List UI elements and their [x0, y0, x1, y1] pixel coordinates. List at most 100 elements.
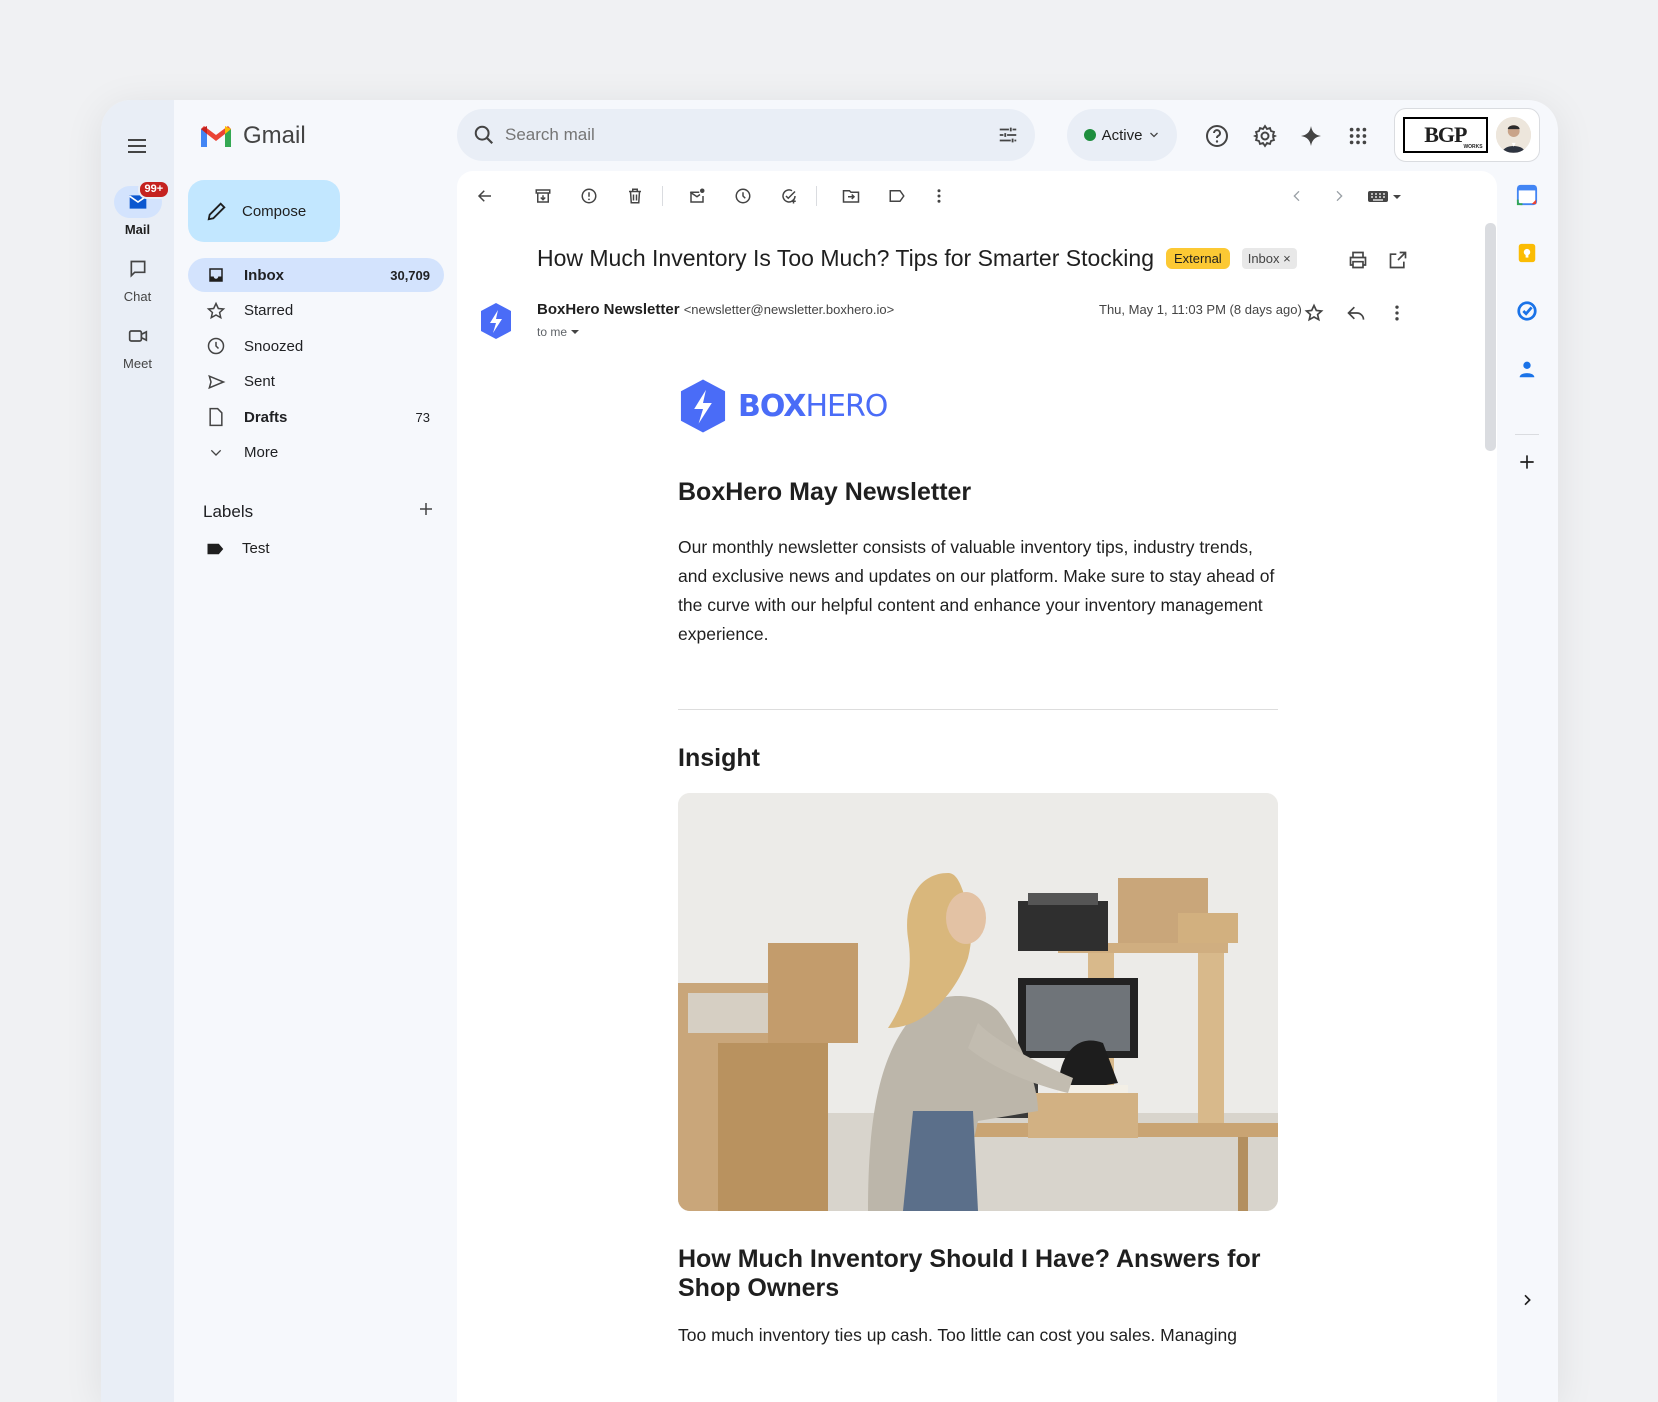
email-panel: How Much Inventory Is Too Much? Tips for… [457, 171, 1497, 1402]
nav-snoozed[interactable]: Snoozed [188, 329, 444, 363]
back-arrow-icon[interactable] [474, 185, 496, 207]
mark-unread-icon[interactable] [686, 185, 708, 207]
send-icon [206, 372, 226, 392]
article-image[interactable] [678, 793, 1278, 1211]
label-tag-icon [207, 543, 224, 554]
report-spam-icon[interactable] [578, 185, 600, 207]
divider [678, 709, 1278, 710]
sender-name[interactable]: BoxHero Newsletter [537, 301, 680, 318]
add-addon-icon[interactable] [1515, 450, 1539, 474]
help-icon[interactable] [1204, 123, 1230, 149]
nav-drafts[interactable]: Drafts 73 [188, 400, 444, 434]
scrollbar[interactable] [1485, 223, 1496, 451]
nav-drafts-count: 73 [415, 409, 430, 425]
unread-badge: 99+ [137, 180, 171, 199]
sender-email: <newsletter@newsletter.boxhero.io> [683, 302, 895, 317]
search-bar[interactable] [457, 109, 1035, 161]
move-to-folder-icon[interactable] [840, 185, 862, 207]
boxhero-logo[interactable]: BOXHERO [678, 376, 1278, 436]
contacts-icon[interactable] [1515, 357, 1539, 381]
app-rail: 99+ Mail Chat Meet [101, 100, 174, 1402]
search-input[interactable] [505, 125, 997, 145]
status-label: Active [1101, 126, 1143, 144]
video-icon [128, 330, 147, 342]
calendar-icon[interactable] [1515, 183, 1539, 207]
search-icon[interactable] [473, 124, 495, 146]
side-panel [1497, 100, 1558, 1402]
clock-icon [206, 336, 226, 356]
label-test[interactable]: Test [206, 540, 270, 557]
nav-starred[interactable]: Starred [188, 294, 444, 328]
reply-icon[interactable] [1345, 302, 1367, 324]
labels-title: Labels [203, 501, 254, 521]
print-icon[interactable] [1347, 249, 1369, 271]
nav-sent[interactable]: Sent [188, 365, 444, 399]
nav-more[interactable]: More [188, 436, 444, 470]
add-task-icon[interactable] [778, 185, 800, 207]
main-menu-icon[interactable] [125, 134, 149, 158]
rail-chat[interactable]: Chat [101, 253, 174, 304]
keep-icon[interactable] [1515, 241, 1539, 265]
boxhero-logo-light: HERO [805, 388, 888, 424]
gemini-sparkle-icon[interactable] [1298, 123, 1324, 149]
sender-line: BoxHero Newsletter <newsletter@newslette… [537, 301, 894, 318]
rail-mail-label: Mail [124, 222, 151, 237]
nav-inbox-count: 30,709 [390, 267, 430, 283]
chevron-right-icon[interactable] [1328, 185, 1350, 207]
archive-icon[interactable] [532, 185, 554, 207]
section-heading: Insight [678, 744, 760, 772]
more-vert-icon[interactable] [1386, 302, 1408, 324]
article-text: Too much inventory ties up cash. Too lit… [678, 1325, 1238, 1345]
org-logo: BGP WORKS [1403, 117, 1488, 153]
org-logo-small: WORKS [1463, 144, 1483, 150]
trash-icon[interactable] [624, 185, 646, 207]
pencil-icon [207, 202, 226, 221]
article-title[interactable]: How Much Inventory Should I Have? Answer… [678, 1245, 1278, 1303]
nav-inbox[interactable]: Inbox 30,709 [188, 258, 444, 292]
boxhero-logo-text: BOXHERO [738, 388, 888, 424]
nav-sent-label: Sent [244, 373, 275, 390]
labels-header: Labels [203, 500, 435, 523]
recipient-label: to me [537, 325, 568, 339]
chevron-left-icon[interactable] [1286, 185, 1308, 207]
label-icon[interactable] [886, 185, 908, 207]
inbox-icon [206, 265, 226, 285]
compose-button[interactable]: Compose [188, 180, 340, 242]
compose-label: Compose [242, 202, 307, 220]
toolbar-divider [662, 186, 663, 206]
nav-snoozed-label: Snoozed [244, 337, 304, 355]
remove-label-icon[interactable]: × [1283, 251, 1291, 266]
tasks-icon[interactable] [1515, 299, 1539, 323]
boxhero-logo-icon [680, 379, 726, 433]
email-body: BOXHERO BoxHero May Newsletter Our month… [678, 376, 1278, 1350]
status-dot [1083, 129, 1096, 141]
sender-avatar[interactable] [479, 302, 513, 345]
more-vert-icon[interactable] [928, 185, 950, 207]
search-options-icon[interactable] [997, 124, 1019, 146]
draft-icon [206, 407, 226, 427]
keyboard-icon[interactable] [1366, 185, 1406, 207]
star-icon[interactable] [1303, 302, 1325, 324]
chevron-down-icon [206, 443, 226, 463]
gmail-logo[interactable]: Gmail [199, 122, 306, 150]
email-toolbar [457, 171, 1497, 221]
recipient-toggle[interactable]: to me [537, 325, 580, 339]
snooze-clock-icon[interactable] [732, 185, 754, 207]
rail-meet[interactable]: Meet [101, 320, 174, 371]
status-button[interactable]: Active [1067, 109, 1177, 161]
nav-drafts-label: Drafts [244, 408, 288, 426]
gmail-logo-text: Gmail [243, 122, 306, 149]
email-subject-row: How Much Inventory Is Too Much? Tips for… [537, 245, 1297, 272]
chat-icon [130, 260, 145, 278]
add-label-icon[interactable] [417, 500, 435, 523]
nav-more-label: More [244, 444, 279, 461]
inbox-chip-label: Inbox [1247, 251, 1280, 266]
open-new-window-icon[interactable] [1387, 249, 1409, 271]
expand-panel-icon[interactable] [1515, 1288, 1539, 1312]
apps-grid-icon[interactable] [1345, 123, 1371, 149]
nav-starred-label: Starred [244, 302, 294, 319]
toolbar-divider [816, 186, 817, 206]
rail-mail[interactable]: 99+ Mail [101, 180, 174, 237]
nav-inbox-label: Inbox [244, 266, 284, 284]
gear-icon[interactable] [1252, 123, 1278, 149]
